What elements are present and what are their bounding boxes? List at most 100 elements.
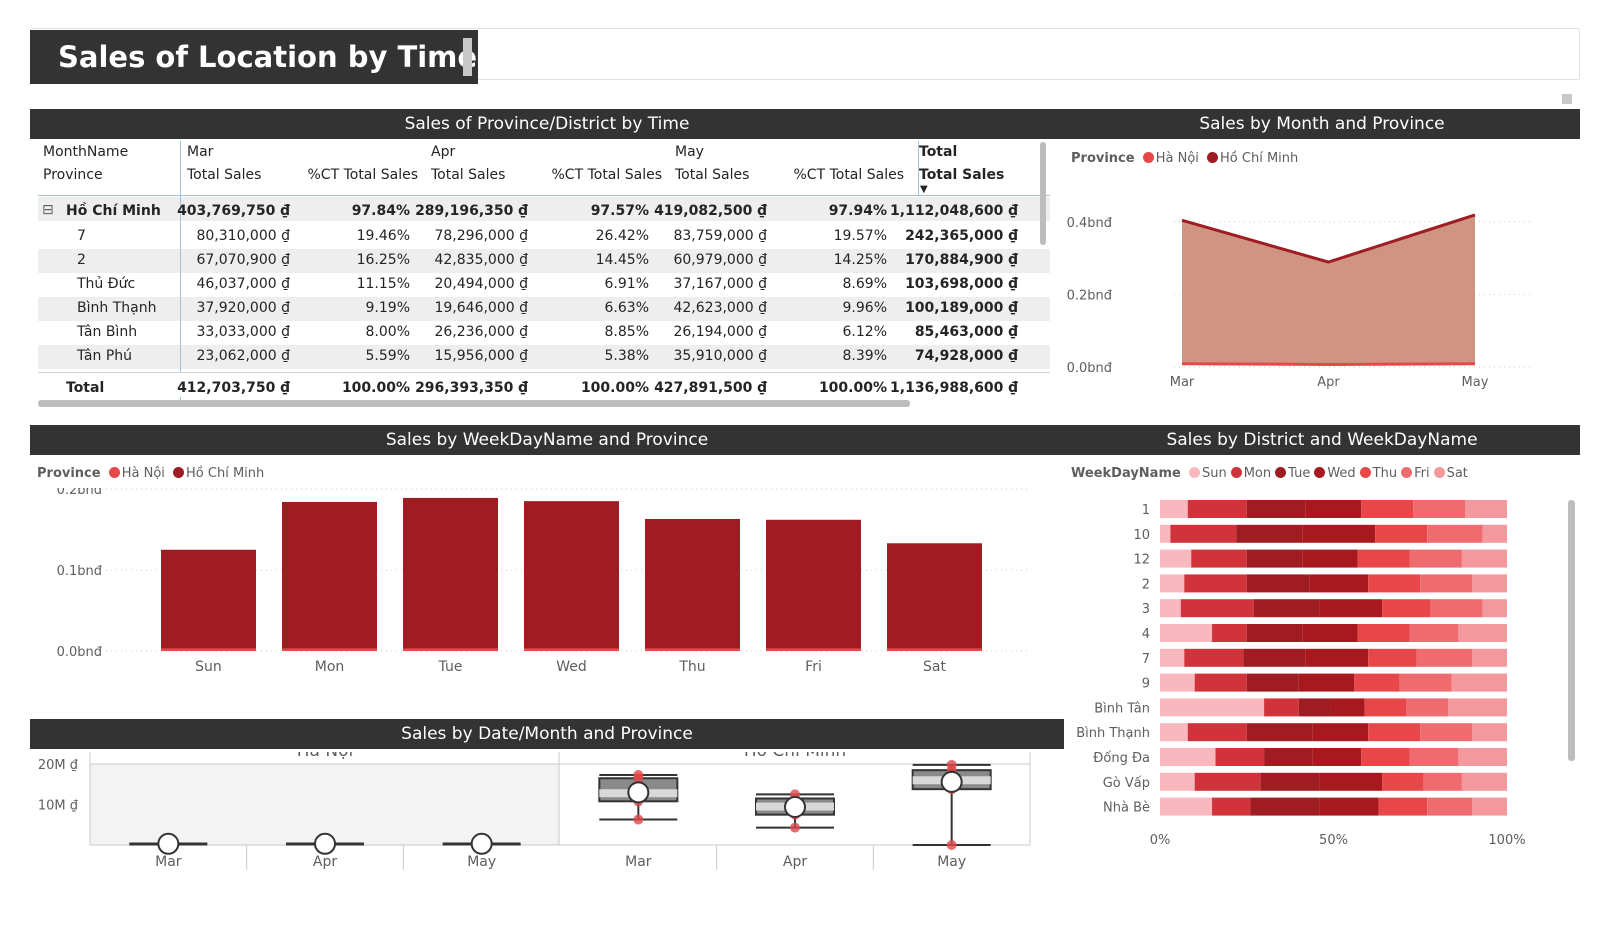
stacked-segment-fri[interactable] — [1409, 549, 1462, 568]
legend-item-tue[interactable]: Tue — [1275, 466, 1310, 481]
stacked-segment-tue[interactable] — [1246, 723, 1313, 742]
stacked-segment-wed[interactable] — [1312, 748, 1362, 766]
stacked-segment-thu[interactable] — [1368, 574, 1421, 593]
stacked-segment-thu[interactable] — [1361, 748, 1410, 766]
stacked-segment-sat[interactable] — [1461, 549, 1507, 568]
column-total-sales[interactable]: Total Sales — [431, 167, 505, 183]
bar-ha-noi[interactable] — [766, 648, 861, 651]
stacked-segment-tue[interactable] — [1236, 524, 1303, 543]
stacked-segment-thu[interactable] — [1382, 599, 1431, 618]
stacked-segment-fri[interactable] — [1413, 500, 1466, 518]
line-ha-noi[interactable] — [1181, 362, 1476, 366]
stacked-segment-sun[interactable] — [1160, 500, 1188, 518]
matrix-horizontal-scrollbar[interactable] — [38, 400, 910, 407]
stacked-segment-sun[interactable] — [1160, 748, 1216, 766]
stacked-segment-sun[interactable] — [1160, 549, 1192, 568]
stacked-segment-wed[interactable] — [1302, 524, 1376, 543]
district-stacked-chart[interactable]: 1 10 12 2 3 4 7 9 Bình Tân Bình Thạnh Đống Đa Gò Vấ… — [1064, 492, 1580, 880]
stacked-segment-fri[interactable] — [1430, 599, 1483, 618]
stacked-segment-sat[interactable] — [1458, 748, 1507, 766]
box-chart[interactable]: Hà Nội Hồ Chí Minh 10M ₫ 20M ₫ Mar Apr May Mar A… — [30, 752, 1064, 922]
sort-desc-icon[interactable]: ▼ — [920, 184, 928, 195]
data-point[interactable] — [633, 814, 644, 825]
bar-ha-noi[interactable] — [645, 648, 740, 651]
stacked-segment-sun[interactable] — [1160, 698, 1265, 717]
stacked-segment-sat[interactable] — [1472, 574, 1507, 593]
stacked-segment-fri[interactable] — [1409, 624, 1459, 642]
legend-item-ha-noi[interactable]: Hà Nội — [1142, 151, 1199, 166]
stacked-segment-sun[interactable] — [1160, 599, 1181, 618]
legend-item-sat[interactable]: Sat — [1433, 466, 1468, 481]
box-mean-marker[interactable] — [157, 832, 180, 855]
table-row-label[interactable]: Tân Phú — [77, 348, 132, 362]
box-mean-marker[interactable] — [627, 781, 650, 804]
bar-ho-chi-minh[interactable] — [161, 549, 256, 649]
data-point[interactable] — [946, 840, 957, 850]
stacked-segment-sun[interactable] — [1160, 624, 1213, 642]
stacked-segment-sun[interactable] — [1160, 648, 1185, 667]
stacked-segment-sun[interactable] — [1160, 524, 1171, 543]
column-total-sales[interactable]: Total Sales — [675, 167, 749, 183]
stacked-segment-thu[interactable] — [1368, 648, 1417, 667]
collapse-icon[interactable]: ⊟ — [42, 202, 54, 218]
stacked-segment-thu[interactable] — [1364, 698, 1407, 717]
legend-item-thu[interactable]: Thu — [1359, 466, 1397, 481]
stacked-segment-sat[interactable] — [1448, 698, 1507, 717]
stacked-segment-mon[interactable] — [1215, 748, 1265, 766]
stacked-segment-wed[interactable] — [1305, 648, 1369, 667]
column-total-sales-sorted[interactable]: Total Sales — [919, 167, 1004, 183]
stacked-segment-sat[interactable] — [1458, 624, 1507, 642]
district-chart-scrollbar[interactable] — [1568, 500, 1575, 761]
stacked-segment-tue[interactable] — [1264, 748, 1313, 766]
column-month-mar[interactable]: Mar — [187, 144, 213, 160]
stacked-segment-mon[interactable] — [1212, 624, 1247, 642]
stacked-segment-sat[interactable] — [1472, 648, 1507, 667]
legend-item-ho-chi-minh[interactable]: Hồ Chí Minh — [1207, 151, 1298, 166]
bar-ha-noi[interactable] — [524, 648, 619, 651]
box-mean-marker[interactable] — [940, 770, 963, 793]
stacked-segment-mon[interactable] — [1187, 723, 1247, 742]
stacked-segment-sat[interactable] — [1472, 723, 1507, 742]
column-total[interactable]: Total — [919, 144, 957, 160]
matrix-table[interactable]: MonthName Province Mar Apr May Total Tot… — [0, 0, 1064, 410]
box-mean-marker[interactable] — [784, 795, 806, 818]
group-row-label[interactable]: Hồ Chí Minh — [66, 203, 161, 219]
stacked-segment-mon[interactable] — [1194, 673, 1247, 692]
column-pct-total-sales[interactable]: %CT Total Sales — [784, 167, 905, 183]
column-month-may[interactable]: May — [675, 144, 704, 160]
stacked-segment-wed[interactable] — [1319, 599, 1383, 618]
stacked-segment-fri[interactable] — [1416, 648, 1473, 667]
box-mean-marker[interactable] — [470, 832, 493, 855]
stacked-segment-tue[interactable] — [1246, 673, 1299, 692]
stacked-segment-tue[interactable] — [1246, 500, 1306, 518]
legend-item-ha-noi[interactable]: Hà Nội — [108, 466, 165, 481]
stacked-segment-mon[interactable] — [1187, 500, 1247, 518]
stacked-segment-thu[interactable] — [1354, 673, 1400, 692]
legend-item-fri[interactable]: Fri — [1401, 466, 1430, 481]
stacked-segment-tue[interactable] — [1250, 797, 1320, 816]
stacked-segment-sat[interactable] — [1451, 673, 1507, 692]
bar-ho-chi-minh[interactable] — [524, 501, 619, 649]
column-pct-total-sales[interactable]: %CT Total Sales — [542, 167, 663, 183]
stacked-segment-tue[interactable] — [1246, 574, 1310, 593]
bar-ho-chi-minh[interactable] — [766, 519, 861, 649]
stacked-segment-sun[interactable] — [1160, 772, 1195, 791]
stacked-segment-thu[interactable] — [1368, 723, 1421, 742]
stacked-segment-sat[interactable] — [1482, 599, 1507, 618]
legend-item-mon[interactable]: Mon — [1230, 466, 1271, 481]
stacked-segment-sat[interactable] — [1465, 500, 1507, 518]
box-mean-marker[interactable] — [314, 832, 336, 855]
stacked-segment-wed[interactable] — [1312, 723, 1369, 742]
stacked-segment-wed[interactable] — [1298, 673, 1355, 692]
stacked-segment-sat[interactable] — [1482, 524, 1507, 543]
stacked-segment-thu[interactable] — [1361, 500, 1414, 518]
stacked-segment-thu[interactable] — [1375, 524, 1428, 543]
stacked-segment-wed[interactable] — [1319, 797, 1379, 816]
stacked-segment-tue[interactable] — [1260, 772, 1320, 791]
stacked-segment-mon[interactable] — [1194, 772, 1261, 791]
stacked-segment-sun[interactable] — [1160, 723, 1188, 742]
bar-ho-chi-minh[interactable] — [645, 518, 740, 649]
bar-ha-noi[interactable] — [282, 648, 377, 651]
stacked-segment-fri[interactable] — [1420, 723, 1473, 742]
stacked-segment-wed[interactable] — [1302, 624, 1358, 642]
